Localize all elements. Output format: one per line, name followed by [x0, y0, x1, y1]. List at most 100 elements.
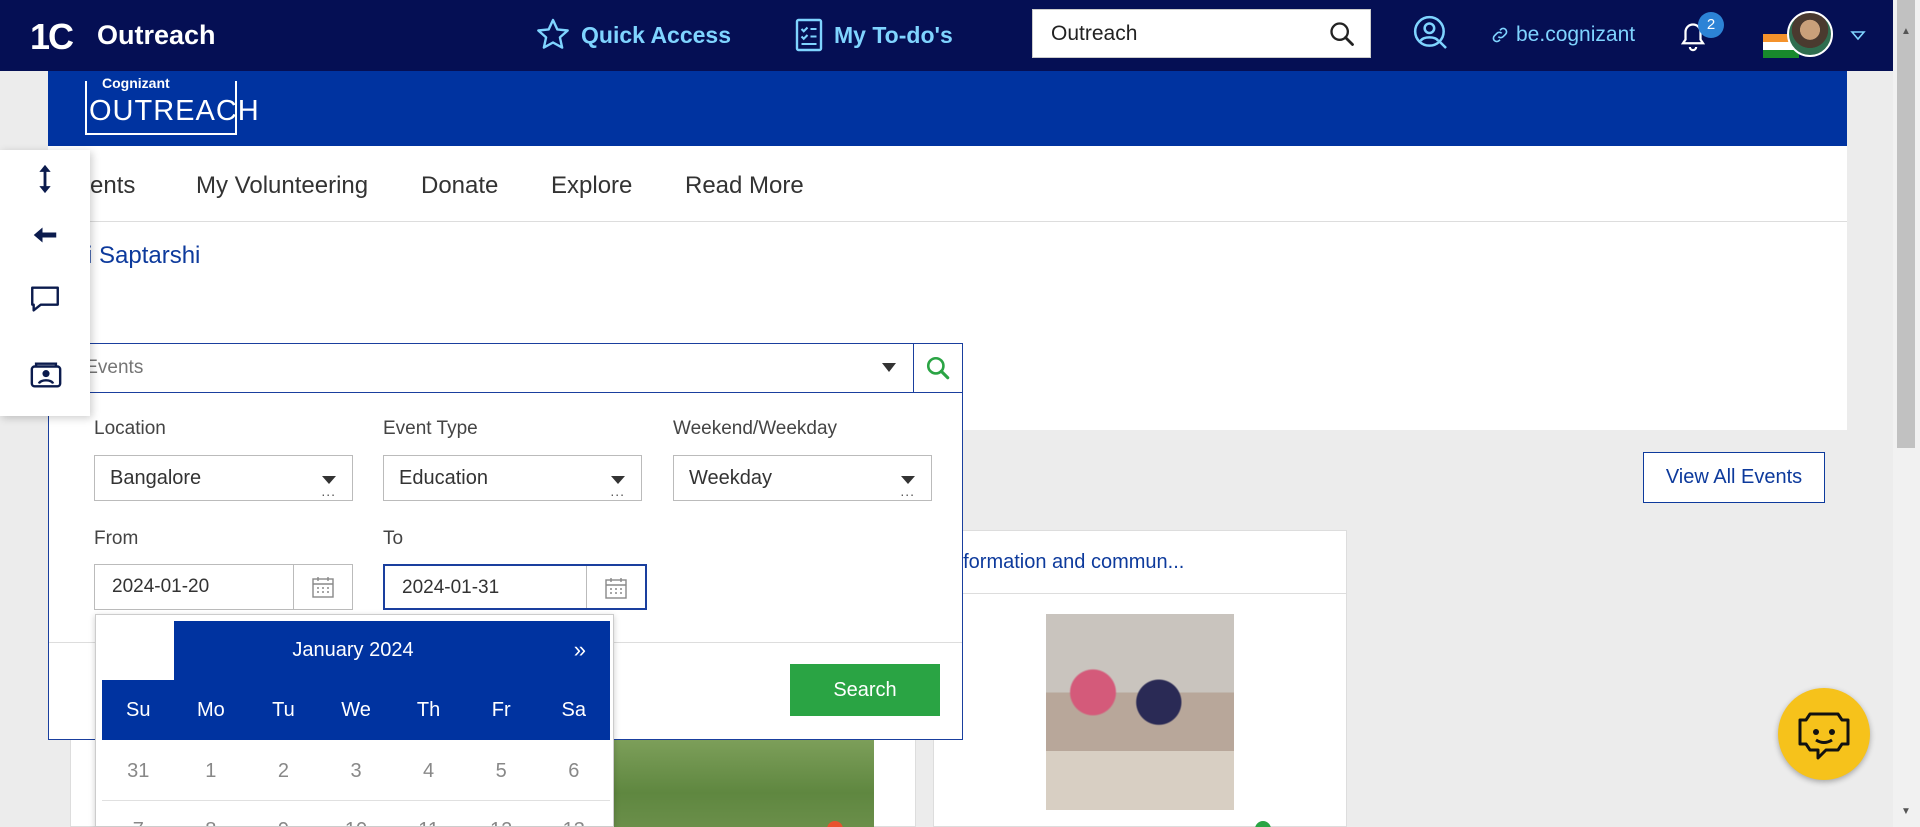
page-scrollbar[interactable]: ▲ ▼	[1893, 0, 1920, 827]
scrollbar-thumb[interactable]	[1897, 0, 1915, 448]
star-icon	[537, 18, 569, 49]
calendar-week-row: 7 8 9 10 11 12 13	[102, 819, 610, 826]
calendar-day[interactable]: 6	[537, 760, 610, 783]
to-date-value: 2024-01-31	[402, 577, 500, 598]
view-all-events-button[interactable]: View All Events	[1643, 452, 1825, 503]
weekday-label: Fr	[491, 699, 511, 721]
ellipsis-icon: ...	[610, 483, 625, 499]
weekend-weekday-select[interactable]: Weekday ...	[673, 455, 932, 501]
user-search-icon[interactable]	[1412, 14, 1450, 52]
calendar-day[interactable]: 1	[175, 760, 248, 783]
event-image	[611, 739, 874, 827]
global-search-input[interactable]	[1051, 22, 1321, 46]
outreach-banner: Cognizant OUTREACH	[48, 71, 1847, 146]
app-logo[interactable]: 1C	[30, 16, 74, 58]
weekday-label: We	[341, 699, 371, 721]
logo-outreach-text: OUTREACH	[89, 95, 260, 127]
outreach-logo[interactable]: Cognizant OUTREACH	[85, 75, 259, 135]
calendar-day[interactable]: 11	[392, 819, 465, 826]
calendar-day[interactable]: 12	[465, 819, 538, 826]
location-select[interactable]: Bangalore ...	[94, 455, 353, 501]
event-search-input[interactable]	[49, 357, 849, 379]
calendar-day[interactable]: 9	[247, 819, 320, 826]
search-button[interactable]: Search	[790, 664, 940, 716]
from-date-value: 2024-01-20	[112, 576, 210, 597]
greeting-text: i Saptarshi	[87, 242, 201, 269]
event-type-label: Event Type	[383, 418, 478, 439]
floating-toolbar	[0, 150, 90, 416]
calendar-day[interactable]: 8	[175, 819, 248, 826]
weekday-label: Tu	[272, 699, 295, 721]
my-todos-label: My To-do's	[834, 21, 953, 48]
back-arrow-icon[interactable]	[28, 220, 62, 250]
ellipsis-icon: ...	[900, 483, 915, 499]
calendar-day[interactable]: 4	[392, 760, 465, 783]
global-search	[1032, 9, 1371, 58]
quick-access-label: Quick Access	[581, 21, 732, 48]
event-card[interactable]: nformation and commun...	[933, 530, 1347, 827]
calendar-day[interactable]: 3	[320, 760, 393, 783]
event-image	[1046, 614, 1234, 810]
weekday-label: Mo	[196, 699, 225, 721]
calendar-day[interactable]: 7	[102, 819, 175, 826]
ellipsis-icon: ...	[321, 483, 336, 499]
calendar-day[interactable]: 5	[465, 760, 538, 783]
calendar-week-row: 31 1 2 3 4 5 6	[102, 760, 610, 783]
event-search-go-button[interactable]	[913, 344, 962, 392]
location-label: Location	[94, 418, 166, 439]
avatar[interactable]	[1787, 11, 1833, 57]
quick-access-link[interactable]: Quick Access	[535, 17, 731, 53]
calendar-icon	[312, 577, 334, 598]
search-icon	[926, 356, 950, 380]
divider	[102, 800, 610, 801]
weekday-label: Sa	[561, 699, 586, 721]
chatbot-icon	[1798, 712, 1850, 760]
event-type-select[interactable]: Education ...	[383, 455, 642, 501]
to-label: To	[383, 528, 404, 549]
from-calendar-button[interactable]	[293, 565, 352, 609]
scroll-down-icon[interactable]: ▼	[1901, 806, 1911, 817]
event-card-title[interactable]: nformation and commun...	[952, 551, 1184, 574]
weekend-weekday-label: Weekend/Weekday	[673, 418, 838, 439]
be-cognizant-link[interactable]: be.cognizant	[1490, 23, 1635, 47]
calendar-weekday-header: Su Mo Tu We Th Fr Sa	[102, 680, 610, 740]
my-todos-link[interactable]: My To-do's	[794, 17, 953, 53]
calendar-month-label[interactable]: January 2024	[174, 639, 532, 662]
calendar-day[interactable]: 31	[102, 760, 175, 783]
event-type-value: Education	[399, 467, 488, 489]
calendar-header: January 2024 »	[174, 621, 610, 680]
notification-badge: 2	[1698, 12, 1724, 38]
support-agent-icon[interactable]	[28, 358, 64, 392]
expand-vertical-icon[interactable]	[28, 162, 62, 196]
to-date-field[interactable]: 2024-01-31	[383, 564, 647, 610]
weekday-label: Th	[416, 699, 441, 721]
chat-icon[interactable]	[28, 282, 62, 316]
link-icon	[1492, 27, 1508, 43]
location-value: Bangalore	[110, 467, 202, 489]
app-title[interactable]: Outreach	[97, 20, 216, 51]
weekend-weekday-value: Weekday	[689, 467, 773, 489]
nav-item-explore[interactable]: Explore	[551, 172, 632, 200]
caret-down-icon[interactable]	[881, 362, 897, 374]
checklist-icon	[795, 18, 823, 52]
search-icon[interactable]	[1328, 20, 1356, 48]
event-search-bar	[49, 344, 962, 393]
nav-item-my-volunteering[interactable]: My Volunteering	[196, 172, 368, 200]
nav-item-read-more[interactable]: Read More	[685, 172, 804, 200]
calendar-day[interactable]: 10	[320, 819, 393, 826]
chevron-down-icon[interactable]	[1850, 30, 1866, 42]
nav-item-donate[interactable]: Donate	[421, 172, 498, 200]
next-month-button[interactable]: »	[574, 637, 586, 663]
divider	[934, 593, 1346, 594]
from-label: From	[94, 528, 139, 549]
date-picker-popup: January 2024 » Su Mo Tu We Th Fr Sa 31 1…	[95, 614, 614, 827]
calendar-icon	[605, 578, 627, 599]
scroll-up-icon[interactable]: ▲	[1901, 26, 1911, 37]
calendar-day[interactable]: 2	[247, 760, 320, 783]
calendar-day[interactable]: 13	[537, 819, 610, 826]
logo-cognizant-text: Cognizant	[99, 75, 173, 91]
chatbot-button[interactable]	[1778, 688, 1870, 780]
from-date-field[interactable]: 2024-01-20	[94, 564, 353, 610]
section-nav: vents My Volunteering Donate Explore Rea…	[48, 146, 1847, 222]
to-calendar-button[interactable]	[586, 566, 645, 608]
